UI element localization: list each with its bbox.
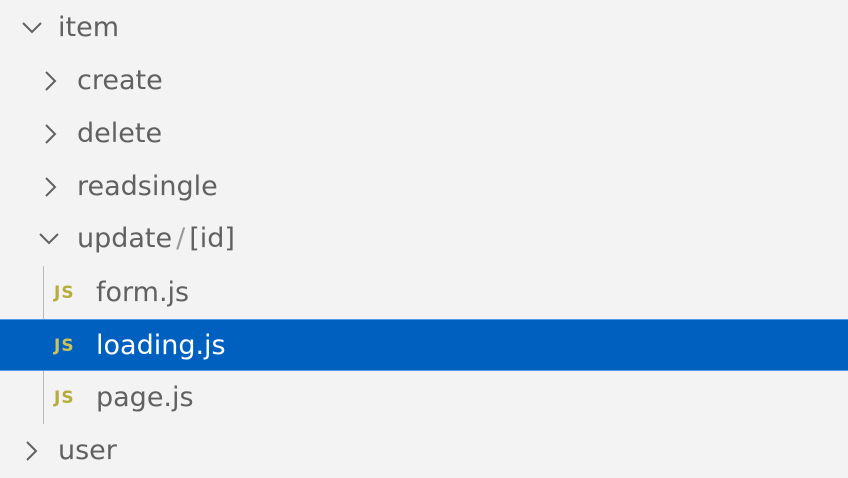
- subfolder-label: [id]: [189, 223, 235, 254]
- folder-label: readsingle: [77, 171, 218, 202]
- javascript-file-icon: JS: [54, 388, 75, 408]
- file-explorer-tree: item create delete readsingle update / [id…: [0, 0, 848, 478]
- folder-label: item: [58, 12, 120, 43]
- folder-label: create: [77, 65, 163, 96]
- file-form-js[interactable]: JS form.js: [0, 267, 848, 319]
- javascript-file-icon: JS: [54, 336, 75, 356]
- chevron-right-icon[interactable]: [38, 108, 64, 160]
- file-label: loading.js: [96, 330, 226, 361]
- chevron-right-icon[interactable]: [38, 55, 64, 107]
- file-loading-js[interactable]: JS loading.js: [0, 319, 848, 371]
- file-label: page.js: [96, 382, 194, 413]
- javascript-file-icon: JS: [54, 283, 75, 303]
- folder-label: delete: [77, 118, 163, 149]
- path-separator: /: [176, 223, 186, 254]
- chevron-down-icon[interactable]: [19, 2, 45, 54]
- folder-user[interactable]: user: [0, 425, 848, 477]
- folder-update-id[interactable]: update / [id]: [0, 213, 848, 265]
- folder-readsingle[interactable]: readsingle: [0, 161, 848, 213]
- folder-item[interactable]: item: [0, 2, 848, 54]
- folder-label: user: [58, 435, 117, 466]
- folder-create[interactable]: create: [0, 55, 848, 107]
- folder-label-group: update / [id]: [77, 213, 235, 265]
- chevron-down-icon[interactable]: [36, 213, 62, 265]
- folder-label: update: [77, 223, 173, 254]
- chevron-right-icon[interactable]: [19, 425, 45, 477]
- file-label: form.js: [96, 277, 190, 308]
- folder-delete[interactable]: delete: [0, 108, 848, 160]
- chevron-right-icon[interactable]: [38, 161, 64, 213]
- file-page-js[interactable]: JS page.js: [0, 372, 848, 424]
